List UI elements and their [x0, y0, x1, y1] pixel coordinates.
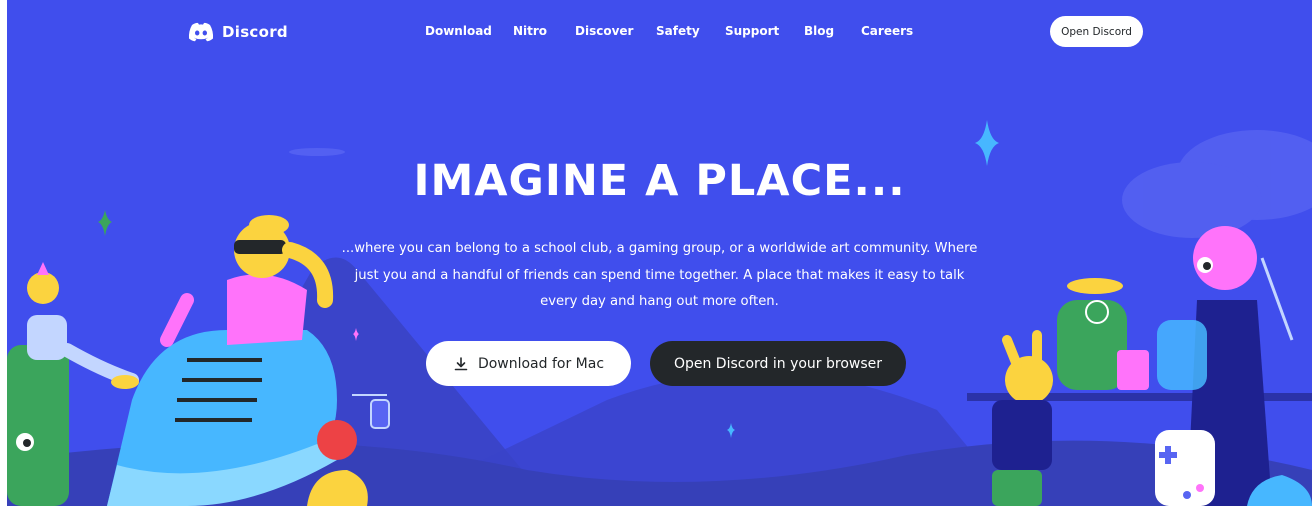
nav-link-support[interactable]: Support: [725, 24, 779, 38]
brand-name: Discord: [222, 23, 288, 41]
sparkle-icon: [98, 210, 112, 236]
nav-link-blog[interactable]: Blog: [804, 24, 834, 38]
browser-button-label: Open Discord in your browser: [673, 355, 883, 372]
brand-logo[interactable]: Discord: [188, 20, 288, 44]
nav-link-careers[interactable]: Careers: [861, 24, 913, 38]
download-icon: [454, 356, 468, 370]
hero-subtext: ...where you can belong to a school club…: [341, 241, 978, 309]
top-nav: Discord Download Nitro Discover Safety S…: [7, 0, 1312, 64]
open-discord-button[interactable]: Open Discord: [1050, 16, 1143, 47]
hero-section: Discord Download Nitro Discover Safety S…: [7, 0, 1312, 506]
nav-link-discover[interactable]: Discover: [575, 24, 633, 38]
open-in-browser-button[interactable]: Open Discord in your browser: [650, 341, 906, 386]
nav-link-safety[interactable]: Safety: [656, 24, 700, 38]
download-button-label: Download for Mac: [477, 355, 605, 372]
discord-logo-icon: [188, 22, 214, 42]
nav-link-download[interactable]: Download: [425, 24, 492, 38]
hero-headline: IMAGINE A PLACE...: [413, 156, 906, 206]
cloud-left: [289, 148, 345, 156]
download-for-mac-button[interactable]: Download for Mac: [426, 341, 631, 386]
nav-link-nitro[interactable]: Nitro: [513, 24, 547, 38]
